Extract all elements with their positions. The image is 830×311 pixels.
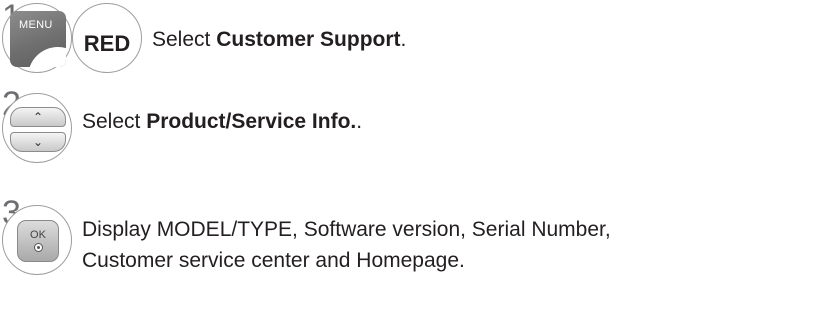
instruction-line-1: Display MODEL/TYPE, Software version, Se…	[82, 218, 611, 241]
ok-key-icon: OK	[17, 220, 59, 262]
step-3-instruction: Display MODEL/TYPE, Software version, Se…	[82, 214, 611, 276]
up-key-icon: ⌃	[10, 107, 66, 127]
ok-button-circle: OK	[2, 205, 72, 275]
nav-button-circle: ⌃ ⌄	[2, 93, 72, 163]
step-2-instruction: Select Product/Service Info..	[82, 106, 362, 137]
instruction-bold: Product/Service Info.	[146, 110, 357, 133]
instruction-bold: Customer Support	[216, 28, 401, 51]
chevron-up-icon: ⌃	[32, 110, 44, 124]
down-key-icon: ⌄	[10, 132, 66, 152]
menu-button-circle: MENU	[2, 3, 72, 73]
red-key-label: RED	[83, 31, 131, 56]
menu-key-label: MENU	[19, 19, 53, 31]
instruction-prefix: Select	[152, 28, 217, 51]
instruction-suffix: .	[400, 28, 407, 51]
step-1-instruction: Select Customer Support.	[152, 24, 406, 55]
chevron-down-icon: ⌄	[32, 135, 44, 149]
instruction-suffix: .	[356, 110, 363, 133]
menu-key-icon: MENU	[10, 11, 66, 67]
ok-dot-icon	[34, 243, 43, 252]
instruction-line-2: Customer service center and Homepage.	[82, 249, 465, 272]
ok-key-label: OK	[30, 229, 46, 241]
instruction-prefix: Select	[82, 110, 147, 133]
red-button-circle: RED	[72, 3, 142, 73]
